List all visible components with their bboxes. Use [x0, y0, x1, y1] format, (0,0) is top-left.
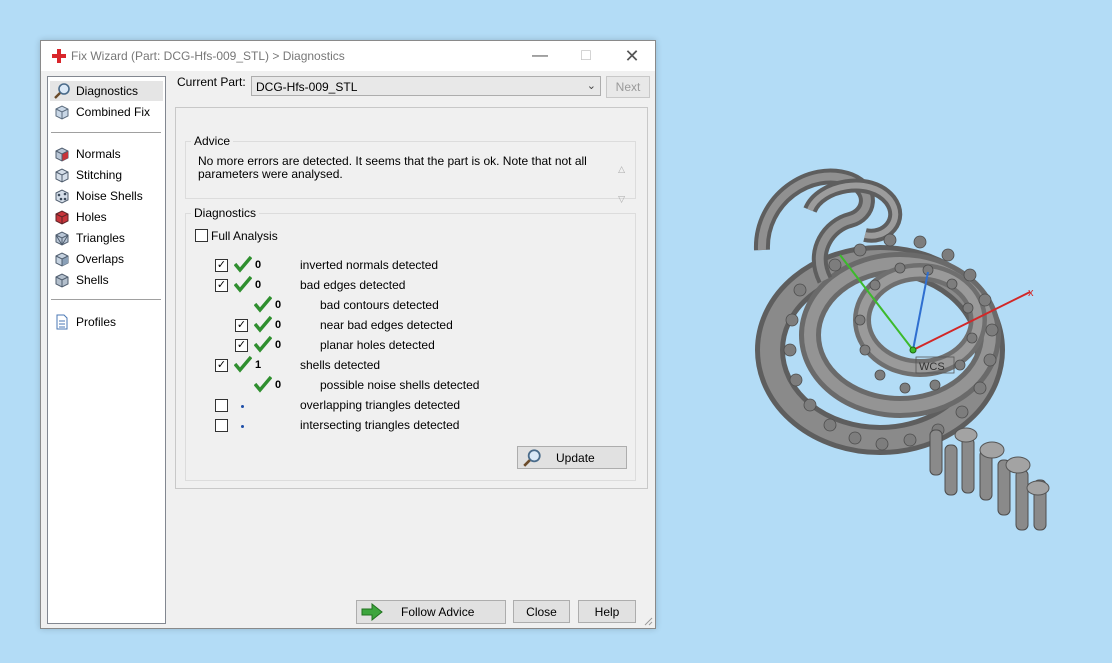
nav-item-triangles[interactable]: Triangles	[50, 228, 163, 248]
wizard-nav: Diagnostics Combined Fix Normals Stitchi…	[47, 76, 166, 624]
current-part-value: DCG-Hfs-009_STL	[256, 80, 358, 94]
advice-title: Advice	[191, 134, 234, 148]
nav-item-noise-shells[interactable]: Noise Shells	[50, 186, 163, 206]
bad-contours-count: 0	[275, 299, 282, 311]
green-check-icon	[254, 295, 272, 313]
combined-fix-icon	[55, 105, 69, 120]
z-axis-line	[912, 271, 929, 351]
advice-text: No more errors are detected. It seems th…	[198, 154, 587, 181]
title-bar[interactable]: Fix Wizard (Part: DCG-Hfs-009_STL) > Dia…	[41, 41, 655, 71]
triangles-cube-icon	[55, 231, 69, 246]
advice-group: Advice No more errors are detected. It s…	[185, 134, 636, 204]
chevron-down-icon: ⌄	[586, 80, 596, 92]
nav-label: Profiles	[76, 315, 117, 329]
update-label: Update	[556, 450, 595, 465]
nav-item-holes[interactable]: Holes	[50, 207, 163, 227]
shells-label: shells detected	[300, 358, 381, 372]
green-check-icon	[234, 255, 252, 273]
minimize-button[interactable]: —	[517, 41, 563, 71]
close-window-button[interactable]: ✕	[609, 41, 655, 71]
follow-advice-label: Follow Advice	[401, 605, 475, 619]
overlaps-cube-icon	[55, 252, 69, 267]
help-button[interactable]: Help	[578, 600, 636, 623]
normals-cube-icon	[55, 147, 69, 162]
nav-label: Shells	[76, 273, 109, 287]
spiral-part-model	[754, 168, 1050, 531]
full-analysis-label: Full Analysis	[211, 229, 278, 243]
planar-holes-label: planar holes detected	[320, 338, 435, 352]
near-bad-edges-label: near bad edges detected	[320, 318, 453, 332]
inverted-normals-checkbox[interactable]: ✓	[215, 259, 228, 272]
origin-point	[909, 346, 917, 354]
diagnostics-title: Diagnostics	[191, 206, 260, 220]
update-button[interactable]: Update	[517, 446, 627, 469]
nav-item-shells[interactable]: Shells	[50, 270, 163, 290]
current-part-label: Current Part:	[177, 75, 246, 89]
nav-item-diagnostics[interactable]: Diagnostics	[50, 81, 163, 101]
nav-label: Normals	[76, 147, 121, 161]
nav-item-normals[interactable]: Normals	[50, 144, 163, 164]
stitching-cube-icon	[55, 168, 69, 183]
inverted-normals-label: inverted normals detected	[300, 258, 439, 272]
planar-holes-count: 0	[275, 339, 282, 351]
next-button[interactable]: Next	[606, 76, 650, 98]
noise-shells-icon	[55, 189, 69, 204]
magnifier-icon	[523, 448, 541, 467]
shells-cube-icon	[55, 273, 69, 288]
nav-item-stitching[interactable]: Stitching	[50, 165, 163, 185]
profiles-document-icon	[56, 314, 68, 330]
3d-part-viewport[interactable]: x WCS	[740, 160, 1070, 550]
shells-count: 1	[255, 359, 262, 371]
full-analysis-checkbox[interactable]	[195, 229, 208, 242]
pending-dot-icon	[241, 425, 244, 428]
nav-label: Combined Fix	[76, 105, 151, 119]
bad-edges-count: 0	[255, 279, 262, 291]
nav-label: Overlaps	[76, 252, 125, 266]
fix-wizard-dialog: Fix Wizard (Part: DCG-Hfs-009_STL) > Dia…	[40, 40, 656, 629]
intersecting-triangles-label: intersecting triangles detected	[300, 418, 460, 432]
nav-divider	[51, 299, 161, 300]
green-check-icon	[254, 375, 272, 393]
green-arrow-right-icon	[361, 603, 383, 621]
holes-cube-icon	[55, 210, 69, 225]
nav-label: Triangles	[76, 231, 125, 245]
nav-label: Noise Shells	[76, 189, 143, 203]
red-cross-icon	[52, 49, 66, 63]
close-button[interactable]: Close	[513, 600, 570, 623]
noise-shells-count: 0	[275, 379, 282, 391]
intersecting-triangles-checkbox[interactable]	[215, 419, 228, 432]
window-title: Fix Wizard (Part: DCG-Hfs-009_STL) > Dia…	[71, 49, 345, 63]
nav-item-profiles[interactable]: Profiles	[50, 312, 163, 332]
nav-label: Diagnostics	[76, 84, 139, 98]
noise-shells-label: possible noise shells detected	[320, 378, 480, 392]
shells-checkbox[interactable]: ✓	[215, 359, 228, 372]
wcs-label: WCS	[919, 361, 945, 373]
nav-label: Stitching	[76, 168, 123, 182]
bad-edges-checkbox[interactable]: ✓	[215, 279, 228, 292]
green-check-icon	[254, 315, 272, 333]
x-axis-label: x	[1028, 287, 1034, 299]
nav-label: Holes	[76, 210, 107, 224]
near-bad-edges-count: 0	[275, 319, 282, 331]
bad-edges-label: bad edges detected	[300, 278, 406, 292]
resize-grip-icon[interactable]	[643, 616, 653, 626]
green-check-icon	[254, 335, 272, 353]
overlapping-triangles-label: overlapping triangles detected	[300, 398, 461, 412]
pending-dot-icon	[241, 405, 244, 408]
nav-item-combined-fix[interactable]: Combined Fix	[50, 102, 163, 122]
nav-item-overlaps[interactable]: Overlaps	[50, 249, 163, 269]
follow-advice-button[interactable]: Follow Advice	[356, 600, 506, 624]
nav-divider	[51, 132, 161, 133]
near-bad-edges-checkbox[interactable]: ✓	[235, 319, 248, 332]
planar-holes-checkbox[interactable]: ✓	[235, 339, 248, 352]
advice-scrollbar[interactable]: △ ▽	[618, 154, 625, 214]
green-check-icon	[234, 275, 252, 293]
maximize-button[interactable]: □	[563, 41, 609, 71]
inverted-normals-count: 0	[255, 259, 262, 271]
green-check-icon	[234, 355, 252, 373]
bad-contours-label: bad contours detected	[320, 298, 439, 312]
magnifier-icon	[54, 83, 70, 99]
overlapping-triangles-checkbox[interactable]	[215, 399, 228, 412]
current-part-select[interactable]: DCG-Hfs-009_STL ⌄	[251, 76, 601, 96]
